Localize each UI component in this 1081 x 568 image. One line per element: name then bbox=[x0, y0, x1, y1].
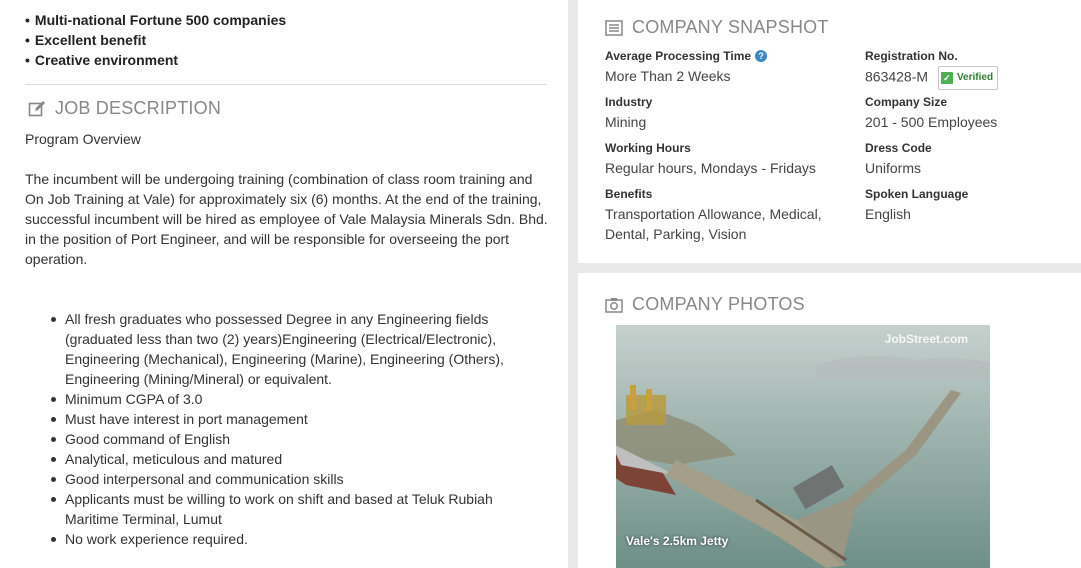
program-overview-title: Program Overview bbox=[25, 131, 141, 147]
highlight-item: Multi-national Fortune 500 companies bbox=[25, 10, 286, 30]
working-hours-value: Regular hours, Mondays - Fridays bbox=[605, 160, 816, 176]
registration-value: 863428-M bbox=[865, 68, 929, 85]
registration-label: Registration No. bbox=[865, 49, 958, 63]
requirement-item: Applicants must be willing to work on sh… bbox=[51, 489, 525, 529]
processing-time-label: Average Processing Time bbox=[605, 49, 752, 63]
working-hours-label: Working Hours bbox=[605, 141, 691, 155]
highlight-item: Excellent benefit bbox=[25, 30, 286, 50]
company-snapshot-title: COMPANY SNAPSHOT bbox=[632, 17, 829, 37]
highlight-item: Creative environment bbox=[25, 50, 286, 70]
snapshot-industry: Industry Mining bbox=[605, 94, 652, 132]
dress-code-value: Uniforms bbox=[865, 160, 922, 176]
photo-caption: Vale's 2.5km Jetty bbox=[626, 534, 729, 548]
checkmark-icon: ✓ bbox=[940, 72, 953, 84]
job-details-panel: Multi-national Fortune 500 companies Exc… bbox=[0, 0, 568, 568]
snapshot-processing-time: Average Processing Time ? More Than 2 We… bbox=[605, 48, 768, 86]
snapshot-dress-code: Dress Code Uniforms bbox=[865, 140, 932, 178]
requirements-list: All fresh graduates who possessed Degree… bbox=[51, 309, 525, 549]
benefits-value: Transportation Allowance, Medical, Denta… bbox=[605, 206, 822, 242]
list-icon bbox=[604, 18, 624, 38]
processing-time-value: More Than 2 Weeks bbox=[605, 68, 731, 84]
language-value: English bbox=[865, 206, 911, 222]
benefits-label: Benefits bbox=[605, 187, 653, 201]
company-size-value: 201 - 500 Employees bbox=[865, 114, 998, 130]
company-photos-header: COMPANY PHOTOS bbox=[604, 294, 805, 315]
verified-badge: ✓ Verified bbox=[937, 66, 999, 90]
help-icon[interactable]: ? bbox=[755, 50, 768, 62]
company-photos-panel: COMPANY PHOTOS JobStreet.com Vale's 2.5k… bbox=[578, 273, 1081, 568]
snapshot-registration: Registration No. 863428-M ✓ Verified bbox=[865, 48, 999, 90]
requirement-item: Minimum CGPA of 3.0 bbox=[51, 389, 525, 409]
program-intro-text: The incumbent will be undergoing trainin… bbox=[25, 171, 548, 267]
snapshot-benefits: Benefits Transportation Allowance, Medic… bbox=[605, 186, 840, 244]
company-photo[interactable]: JobStreet.com Vale's 2.5km Jetty bbox=[616, 325, 990, 568]
company-size-label: Company Size bbox=[865, 95, 948, 109]
job-highlights: Multi-national Fortune 500 companies Exc… bbox=[25, 10, 286, 70]
job-description-title: JOB DESCRIPTION bbox=[55, 98, 222, 118]
company-snapshot-panel: COMPANY SNAPSHOT Average Processing Time… bbox=[578, 0, 1081, 263]
requirement-item: All fresh graduates who possessed Degree… bbox=[51, 309, 525, 389]
company-snapshot-header: COMPANY SNAPSHOT bbox=[604, 17, 829, 38]
requirement-item: No work experience required. bbox=[51, 529, 525, 549]
requirement-item: Good interpersonal and communication ski… bbox=[51, 469, 525, 489]
requirement-item: Analytical, meticulous and matured bbox=[51, 449, 525, 469]
jetty-photo-illustration bbox=[616, 325, 990, 568]
job-description-header: JOB DESCRIPTION bbox=[27, 98, 221, 119]
snapshot-language: Spoken Language English bbox=[865, 186, 968, 224]
industry-label: Industry bbox=[605, 95, 653, 109]
company-photos-title: COMPANY PHOTOS bbox=[632, 294, 805, 314]
verified-label: Verified bbox=[956, 72, 994, 83]
language-label: Spoken Language bbox=[865, 187, 969, 201]
snapshot-company-size: Company Size 201 - 500 Employees bbox=[865, 94, 997, 132]
requirement-item: Good command of English bbox=[51, 429, 525, 449]
section-divider bbox=[25, 84, 546, 85]
camera-icon bbox=[604, 295, 624, 315]
photo-watermark: JobStreet.com bbox=[884, 332, 968, 346]
snapshot-working-hours: Working Hours Regular hours, Mondays - F… bbox=[605, 140, 816, 178]
edit-icon bbox=[27, 99, 47, 119]
industry-value: Mining bbox=[605, 114, 647, 130]
dress-code-label: Dress Code bbox=[865, 141, 932, 155]
requirement-item: Must have interest in port management bbox=[51, 409, 525, 429]
